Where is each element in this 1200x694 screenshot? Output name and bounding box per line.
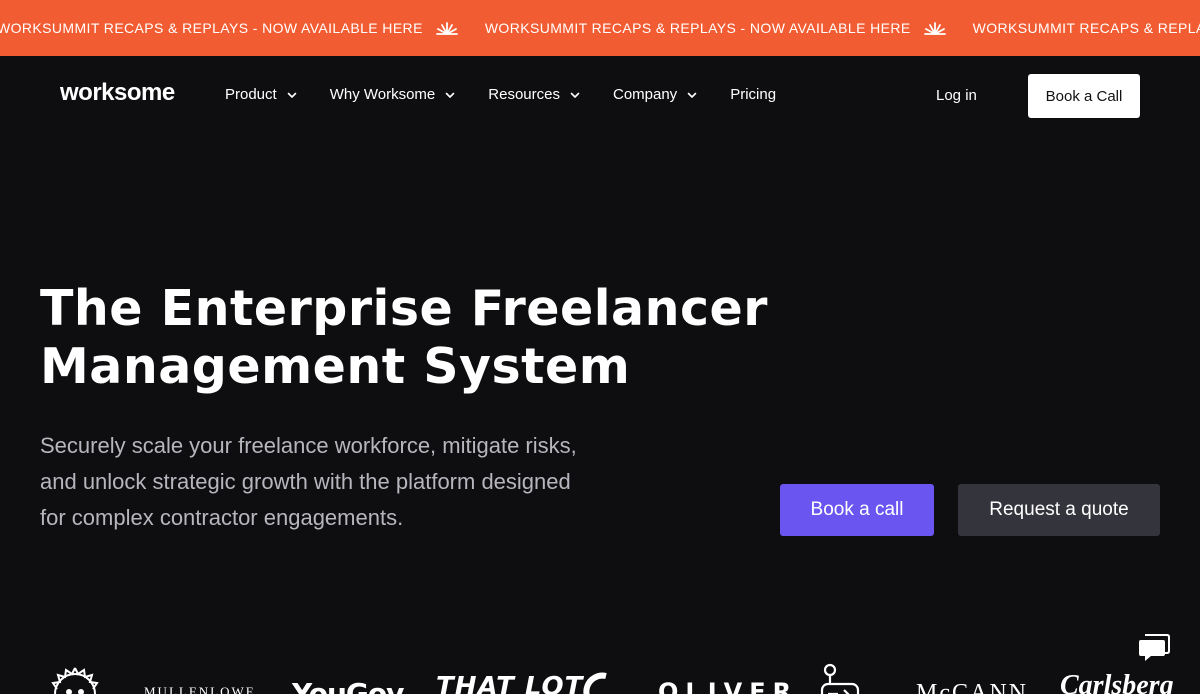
hero-subtitle-line: Securely scale your freelance workforce,… [40,433,577,458]
nav-item-label: Resources [488,86,560,103]
hero-title-line: The Enterprise Freelancer [40,280,768,337]
banner-item[interactable]: WORKSUMMIT RECAPS & REPLAYS - NOW AVAILA… [973,20,1200,36]
ring-logo [583,672,607,694]
oliver-logo: OLIVER [658,678,799,694]
hero-subtitle: Securely scale your freelance workforce,… [40,428,660,536]
hero-subtitle-line: and unlock strategic growth with the pla… [40,469,571,494]
chevron-down-icon [687,92,697,98]
chevron-down-icon [445,92,455,98]
nav-item-label: Product [225,86,277,103]
nav-item-label: Why Worksome [329,86,436,103]
thatlot-logo: THAT LOT [436,672,584,694]
hero-title: The Enterprise Freelancer Management Sys… [40,280,860,396]
banner-item[interactable]: WORKSUMMIT RECAPS & REPLAYS - NOW AVAILA… [485,20,973,36]
hero-title-line: Management System [40,338,631,395]
banner-text: WORKSUMMIT RECAPS & REPLAYS - NOW AVAILA… [0,20,423,36]
book-a-call-button[interactable]: Book a call [780,484,934,536]
nav-item-pricing[interactable]: Pricing [730,86,776,103]
yougov-logo: YouGov [292,677,404,694]
worksome-logo[interactable]: worksome [60,79,175,107]
chat-bubble-icon[interactable] [1138,632,1170,664]
request-quote-button[interactable]: Request a quote [958,484,1160,536]
nav-item-product[interactable]: Product [225,86,298,103]
banner-text: WORKSUMMIT RECAPS & REPLAYS - NOW AVAILA… [484,20,911,36]
chevron-down-icon [570,92,580,98]
lion-crest-logo [51,667,99,694]
banner-text: WORKSUMMIT RECAPS & REPLAYS - NOW AVAILA… [972,20,1200,36]
nav-item-label: Company [612,86,678,103]
client-logos: MULLENLOWE YouGov THAT LOT OLIVER McCANN… [0,650,1200,694]
chevron-down-icon [287,92,297,98]
main-navigation: worksome Product Why Worksome Resources … [0,56,1200,136]
book-call-button[interactable]: Book a Call [1028,74,1140,118]
hero-subtitle-line: for complex contractor engagements. [40,505,404,530]
nav-item-resources[interactable]: Resources [488,86,581,103]
mccann-logo: McCANN [916,680,1028,694]
nav-item-why-worksome[interactable]: Why Worksome [330,86,457,103]
nav-item-label: Pricing [730,86,777,103]
mullenlowe-logo: MULLENLOWE [144,684,256,694]
announcement-banner[interactable]: WORKSUMMIT RECAPS & REPLAYS - NOW AVAILA… [0,0,1200,56]
nav-item-company[interactable]: Company [613,86,698,103]
sunburst-icon [435,22,458,35]
login-link[interactable]: Log in [936,87,977,104]
banner-item[interactable]: WORKSUMMIT RECAPS & REPLAYS - NOW AVAILA… [0,20,485,36]
banner-marquee: WORKSUMMIT RECAPS & REPLAYS - NOW AVAILA… [0,0,1200,56]
carlsberg-logo: Carlsberg [1060,670,1174,694]
sunburst-icon [923,22,946,35]
mascot-logo [820,663,860,694]
nav-menu: Product Why Worksome Resources Company P… [225,86,808,103]
